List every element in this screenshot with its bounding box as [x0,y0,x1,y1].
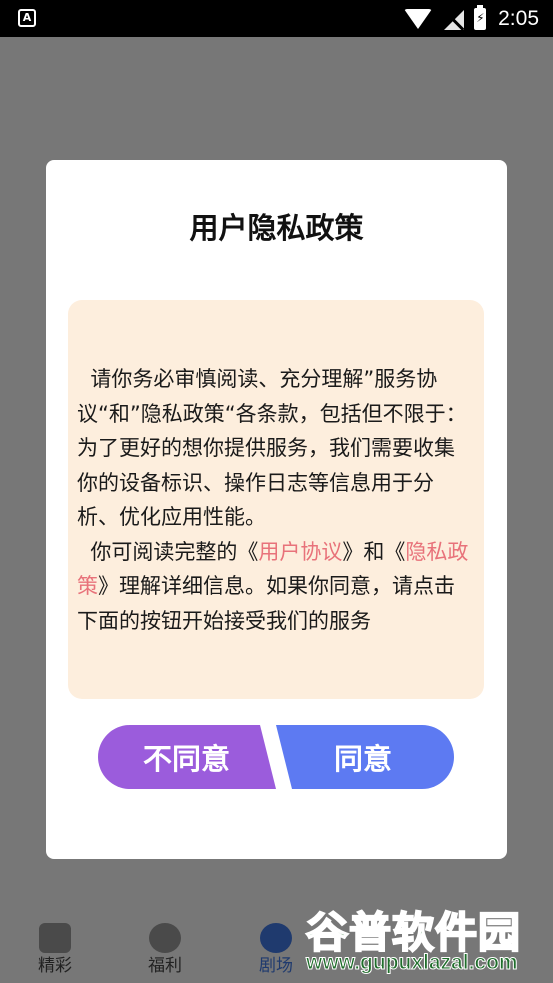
status-icons: ⚡ 2:05 [404,0,539,37]
nav-label: 剧场 [259,956,293,976]
watermark-url: www.gupuxlazal.com [306,951,519,975]
battery-charging-icon: ⚡ [474,4,487,30]
agree-button[interactable]: 同意 [276,725,454,789]
nav-item-juchang[interactable]: 剧场 [241,915,311,977]
status-time: 2:05 [498,6,539,30]
status-bar: A ⚡ 2:05 [0,0,553,37]
app-notification-icon: A [18,9,36,27]
signal-off-icon [442,8,465,30]
policy-text-box: 请你务必审慎阅读、充分理解”服务协议“和”隐私政策“各条款，包括但不限于：为了更… [68,300,484,699]
nav-label: 精彩 [38,956,72,976]
user-agreement-link[interactable]: 用户协议 [258,540,342,564]
policy-text: 请你务必审慎阅读、充分理解”服务协议“和”隐私政策“各条款，包括但不限于：为了更… [77,362,474,638]
watermark: 谷普软件园 www.gupuxlazal.com [304,897,553,983]
home-icon [39,923,71,953]
disagree-label: 不同意 [143,742,231,776]
nav-item-fuli[interactable]: 福利 [130,915,200,977]
nav-label: 福利 [148,956,182,976]
nav-item-jingcai[interactable]: 精彩 [20,915,90,977]
agree-label: 同意 [334,742,393,776]
disagree-button[interactable]: 不同意 [98,725,276,789]
film-reel-icon [260,923,292,953]
slash-icon [149,923,181,953]
policy-paragraph-1: 请你务必审慎阅读、充分理解”服务协议“和”隐私政策“各条款，包括但不限于：为了更… [77,367,467,529]
para2-mid: 》和《 [342,539,406,564]
policy-paragraph-2: 你可阅读完整的《用户协议》和《隐私政策》理解详细信息。如果你同意，请点击下面的按… [77,535,474,639]
dialog-title: 用户隐私政策 [189,211,364,245]
para2-prefix: 你可阅读完整的《 [77,539,259,564]
para2-suffix: 》理解详细信息。如果你同意，请点击下面的按钮开始接受我们的服务 [77,574,455,633]
wifi-icon [404,8,433,29]
